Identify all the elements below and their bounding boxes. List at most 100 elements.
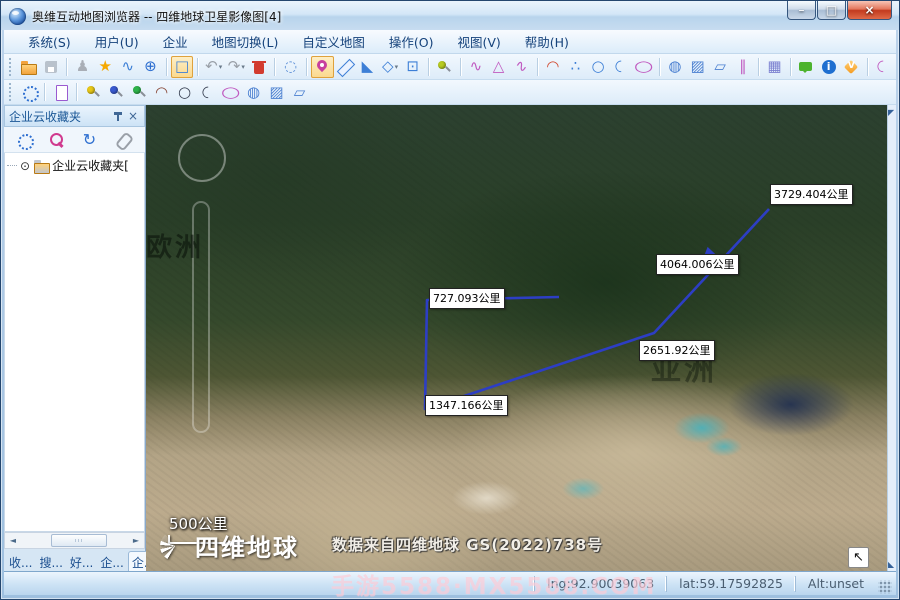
dropdown-caret-icon[interactable]: ▾	[241, 63, 245, 71]
polyline-icon[interactable]: ∿	[465, 56, 488, 78]
arc-open-icon[interactable]: ◠	[609, 56, 632, 78]
hatched-polygon-icon[interactable]: ▱	[709, 56, 732, 78]
dock-pin-icon[interactable]	[110, 109, 126, 123]
attribute-table-icon[interactable]: ▦	[763, 56, 786, 78]
pushpin-yellow-icon[interactable]	[81, 81, 104, 103]
tab-search[interactable]: 搜...	[36, 552, 65, 573]
distance-measurement-label[interactable]: 4064.006公里	[656, 254, 739, 275]
dropdown-caret-icon[interactable]: ▾	[395, 63, 399, 71]
placemark-pin-icon[interactable]	[311, 56, 334, 78]
ellipse-magenta-icon[interactable]: ○	[219, 81, 242, 103]
menu-operation[interactable]: 操作(O)	[377, 29, 446, 54]
tab-favorites[interactable]: 收...	[6, 552, 35, 573]
sidebar-panel: 企业云收藏夹 × ↻ ⊙ 企业云收藏夹[ ◄ ► 收...搜.	[4, 105, 146, 573]
collapse-top-icon[interactable]: ◤	[888, 109, 894, 117]
ellipse-icon[interactable]: ○	[632, 56, 655, 78]
measure-distance-icon[interactable]	[334, 56, 357, 78]
arc-magenta-icon[interactable]: ◠	[872, 56, 895, 78]
camera-icon[interactable]: ⊡	[401, 56, 424, 78]
panel-refresh-icon: ↻	[83, 132, 96, 148]
menu-help[interactable]: 帮助(H)	[513, 29, 581, 54]
tab-friends[interactable]: 好...	[67, 552, 96, 573]
info-icon[interactable]	[817, 56, 840, 78]
fullscreen-corner-button[interactable]: ↖	[848, 547, 869, 568]
message-icon[interactable]	[795, 56, 818, 78]
hatched-square2-icon[interactable]: ▨	[265, 81, 288, 103]
distance-measurement-label[interactable]: 727.093公里	[429, 288, 505, 309]
circle-dark-icon[interactable]: ○	[173, 81, 196, 103]
menu-system[interactable]: 系统(S)	[16, 29, 83, 54]
arc-brown-icon[interactable]: ◠	[150, 81, 173, 103]
hatched-circle-icon[interactable]: ◍	[664, 56, 687, 78]
minimize-button[interactable]: –	[787, 1, 816, 20]
panel-toolbar: ↻	[4, 127, 145, 153]
curve-icon[interactable]: ∿	[510, 56, 533, 78]
panel-search-icon[interactable]	[45, 129, 68, 151]
collapse-bottom-icon[interactable]: ◣	[888, 561, 894, 569]
hatched-square-icon: ▨	[690, 59, 704, 74]
scroll-right-icon[interactable]: ►	[128, 536, 144, 545]
users-icon[interactable]: ♟	[71, 56, 94, 78]
open-folder-icon[interactable]	[17, 56, 40, 78]
toolbar-grip[interactable]	[9, 83, 14, 101]
menu-custom-map[interactable]: 自定义地图	[290, 29, 377, 54]
hatched-circle2-icon[interactable]: ◍	[242, 81, 265, 103]
distance-measurement-label[interactable]: 2651.92公里	[639, 340, 715, 361]
tab-enterprise[interactable]: 企...	[97, 552, 126, 573]
menu-enterprise[interactable]: 企业	[151, 29, 200, 54]
pushpin-icon[interactable]	[433, 56, 456, 78]
circle-icon: ○	[592, 59, 605, 74]
hatched-polygon2-icon[interactable]: ▱	[288, 81, 311, 103]
panel-close-icon[interactable]: ×	[126, 109, 140, 123]
vip-gem-icon[interactable]	[840, 56, 863, 78]
scrollbar-thumb[interactable]	[51, 534, 107, 547]
panel-link-icon[interactable]	[111, 129, 134, 151]
shape-tool-icon[interactable]: ◇▾	[379, 56, 402, 78]
polygon-icon[interactable]: △	[487, 56, 510, 78]
pushpin-blue-icon[interactable]	[104, 81, 127, 103]
arc-red-icon[interactable]: ◠	[542, 56, 565, 78]
panel-link-icon	[115, 132, 131, 148]
scroll-left-icon[interactable]: ◄	[5, 536, 21, 545]
region-select-icon[interactable]: □	[171, 56, 194, 78]
measure-area-icon[interactable]: ◣	[356, 56, 379, 78]
menu-user[interactable]: 用户(U)	[83, 29, 151, 54]
distance-measurement-label[interactable]: 3729.404公里	[770, 184, 853, 205]
delete-icon	[251, 59, 267, 75]
panel-refresh-icon[interactable]: ↻	[78, 129, 101, 151]
map-viewport[interactable]: 欧洲亚洲3729.404公里4064.006公里727.093公里2651.92…	[146, 105, 887, 573]
dropdown-caret-icon[interactable]: ▾	[219, 63, 223, 71]
resize-grip[interactable]	[878, 580, 892, 594]
visibility-eye-icon[interactable]: ⊙	[20, 160, 30, 172]
save-icon[interactable]	[40, 56, 63, 78]
globe-icon[interactable]: ⊕	[139, 56, 162, 78]
tree-item-label[interactable]: 企业云收藏夹[	[52, 157, 129, 174]
hatched-square-icon[interactable]: ▨	[686, 56, 709, 78]
panel-settings-gear-icon[interactable]	[12, 129, 35, 151]
close-button[interactable]: ×	[847, 1, 892, 20]
parallel-lines-icon[interactable]: ∥	[732, 56, 755, 78]
favorite-star-icon[interactable]: ★	[94, 56, 117, 78]
pushpin-green-icon[interactable]	[127, 81, 150, 103]
vip-gem-icon	[843, 59, 859, 75]
right-collapse-strip[interactable]: ◤ ◣	[887, 105, 896, 573]
horizontal-scrollbar[interactable]: ◄ ►	[4, 532, 145, 549]
delete-icon[interactable]	[248, 56, 271, 78]
menu-map-switch[interactable]: 地图切换(L)	[200, 29, 291, 54]
distance-measurement-label[interactable]: 1347.166公里	[425, 395, 508, 416]
maximize-button[interactable]: □	[817, 1, 846, 20]
arc-dark-open-icon[interactable]: ◠	[196, 81, 219, 103]
scrollbar-track[interactable]	[21, 533, 128, 548]
scatter-points-icon[interactable]: ∴	[564, 56, 587, 78]
circle-icon[interactable]: ○	[587, 56, 610, 78]
settings-gear-icon[interactable]	[17, 81, 40, 103]
tree-item-enterprise-cloud[interactable]: ⊙ 企业云收藏夹[	[7, 157, 142, 174]
menu-view[interactable]: 视图(V)	[445, 29, 512, 54]
circle-select-icon[interactable]: ◌	[279, 56, 302, 78]
redo-icon[interactable]: ↷▾	[225, 56, 248, 78]
undo-icon[interactable]: ↶▾	[202, 56, 225, 78]
title-bar[interactable]: 奥维互动地图浏览器 -- 四维地球卫星影像图[4] –□×	[1, 1, 899, 30]
toolbar-grip[interactable]	[9, 58, 14, 76]
track-icon[interactable]: ∿	[117, 56, 140, 78]
new-file-icon[interactable]	[49, 81, 72, 103]
